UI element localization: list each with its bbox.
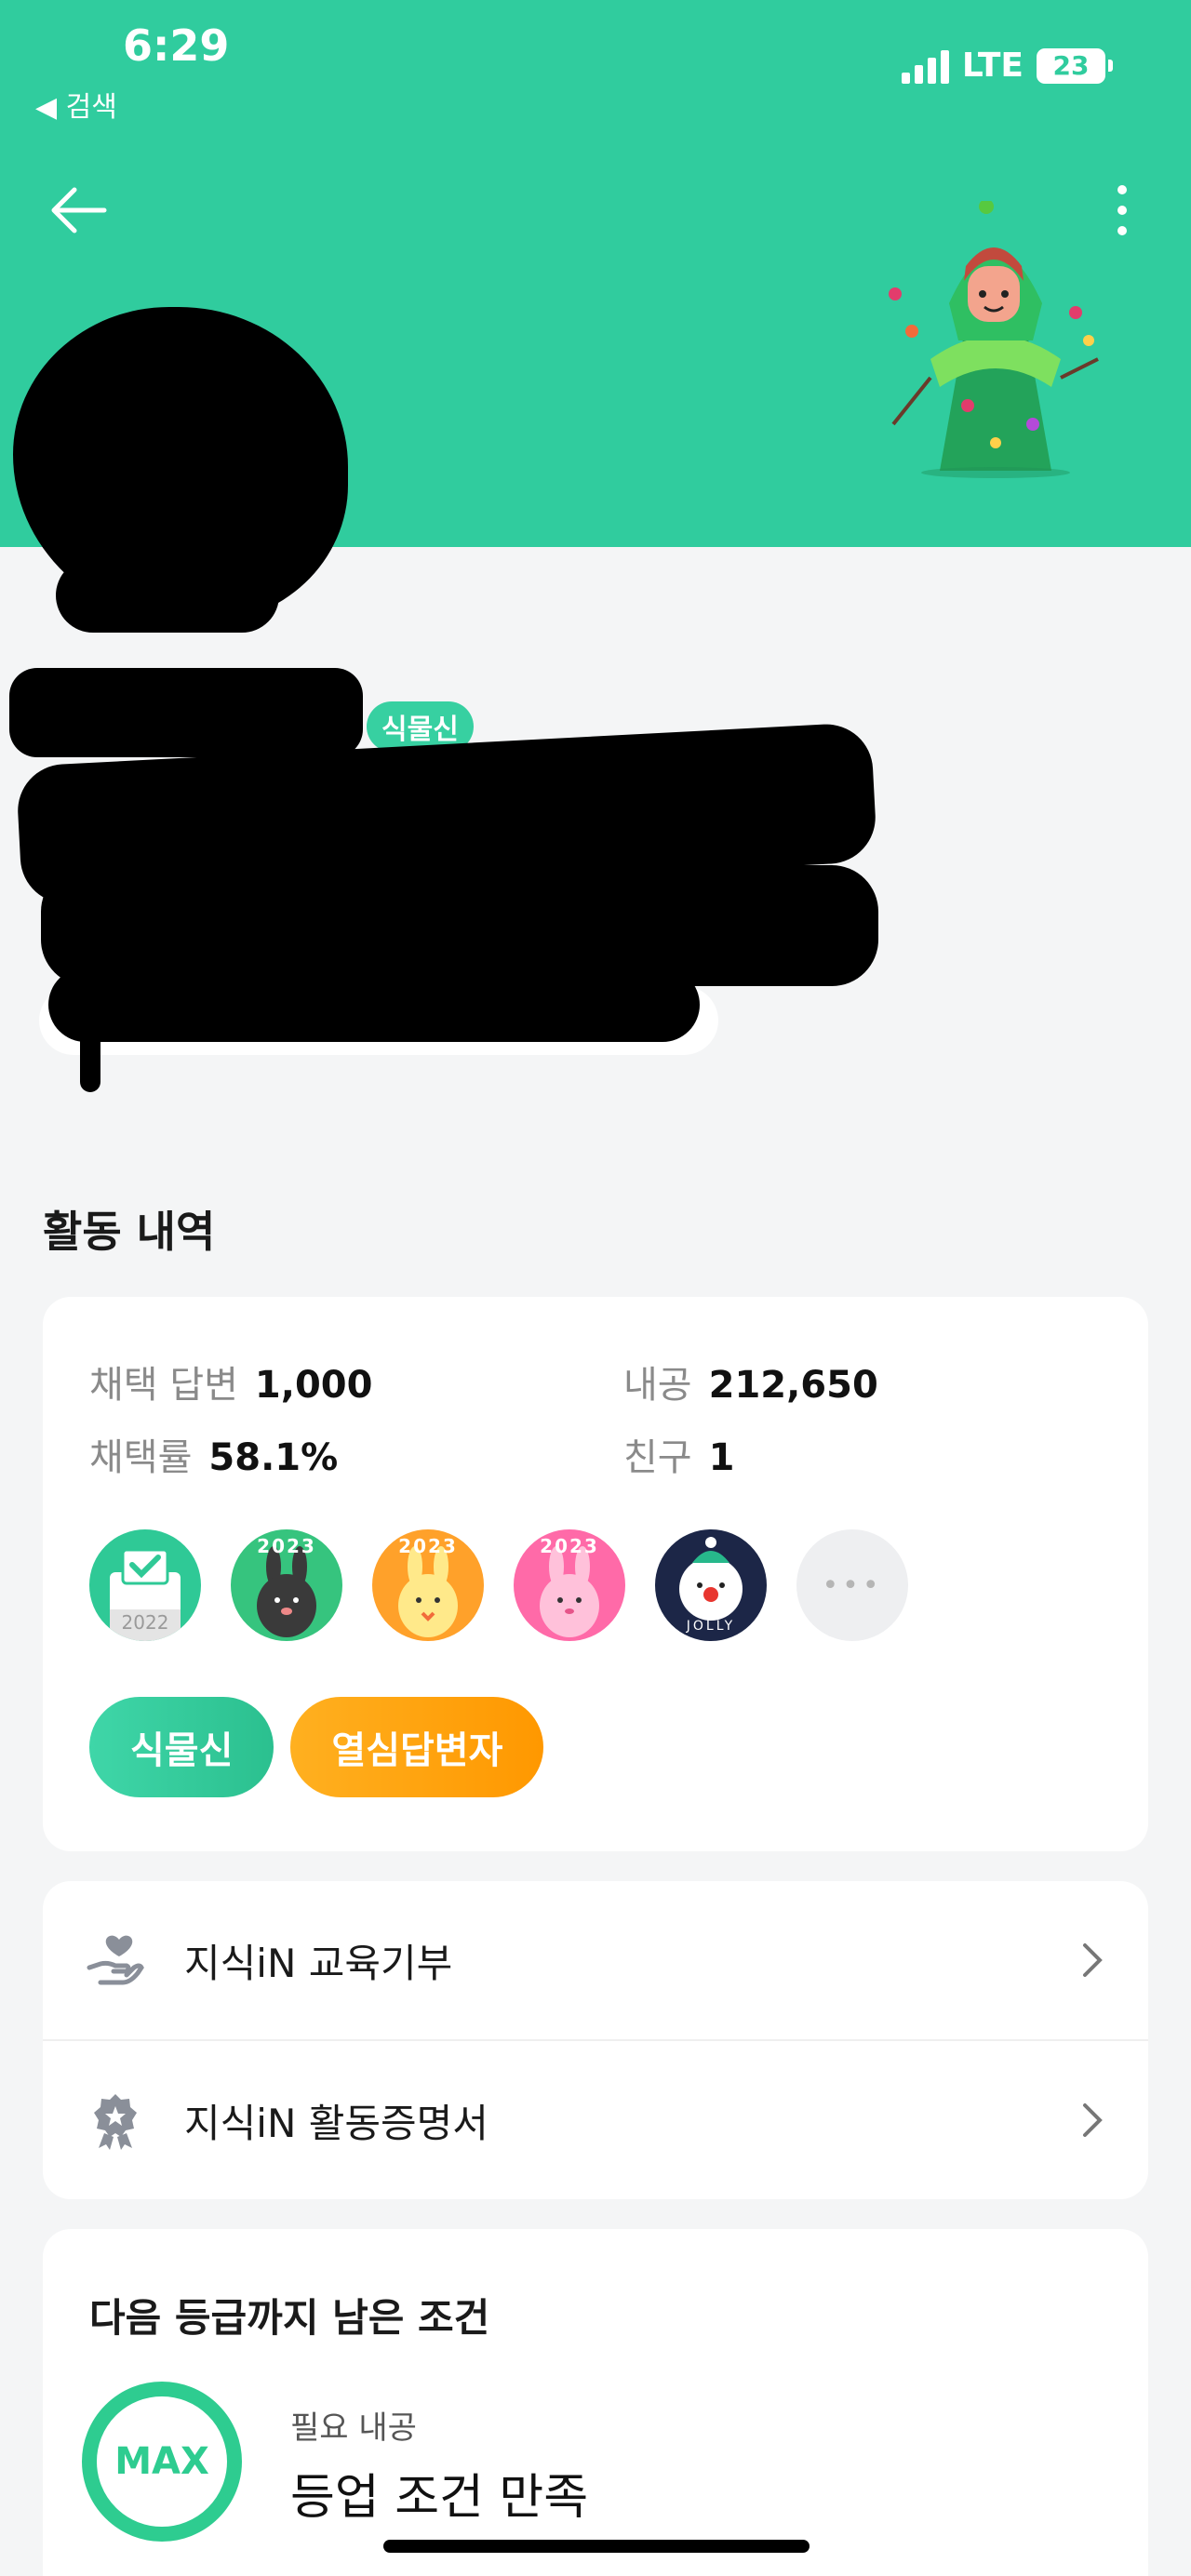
status-time: 6:29 (123, 20, 230, 71)
battery-level: 23 (1037, 47, 1105, 84)
stat-naegong: 내공 212,650 (623, 1364, 878, 1407)
snowman-icon[interactable]: JOLLY (655, 1529, 767, 1641)
redacted-avatar-overlap (56, 558, 279, 633)
menu-item-label: 지식iN 교육기부 (184, 1940, 453, 1986)
back-to-app-link[interactable]: ◀ 검색 (35, 84, 117, 125)
activity-section-title: 활동 내역 (43, 1207, 216, 1257)
level-chips: 식물신 열심답변자 (89, 1697, 544, 1797)
next-level-title: 다음 등급까지 남은 조건 (89, 2295, 490, 2341)
award-ribbon-icon (94, 2094, 137, 2150)
signal-icon (901, 48, 949, 84)
menu-card: 지식iN 교육기부 지식iN 활동증명서 (43, 1881, 1148, 2199)
status-indicators: LTE 23 (901, 47, 1113, 85)
black-rabbit-icon[interactable]: 2023 (231, 1529, 342, 1641)
chevron-right-icon (1083, 2103, 1103, 2137)
ballot-box-icon[interactable]: 2022 (89, 1529, 201, 1641)
activity-card: 채택 답변 1,000 내공 212,650 채택률 58.1% 친구 1 2022 (43, 1297, 1148, 1851)
yellow-rabbit-icon[interactable]: 2023 (372, 1529, 484, 1641)
back-arrow-icon[interactable] (47, 182, 112, 238)
menu-item-education-donation[interactable]: 지식iN 교육기부 (43, 1881, 1148, 2039)
battery-icon: 23 (1037, 47, 1113, 84)
redacted-profile-info (80, 1014, 100, 1092)
more-badges-button[interactable]: ••• (796, 1529, 908, 1641)
hand-heart-icon (87, 1935, 144, 1985)
pink-rabbit-icon[interactable]: 2023 (514, 1529, 625, 1641)
network-label: LTE (961, 47, 1024, 85)
badge-list: 2022 2023 2023 2023 JOLLY ••• (89, 1529, 908, 1641)
level-chip-diligent-answerer[interactable]: 열심답변자 (290, 1697, 544, 1797)
level-chip-plant-god[interactable]: 식물신 (89, 1697, 274, 1797)
requirement-label: 필요 내공 (290, 2409, 417, 2447)
stat-friends[interactable]: 친구 1 (623, 1427, 734, 1481)
stat-selected-answers: 채택 답변 1,000 (89, 1364, 373, 1407)
next-level-card: 다음 등급까지 남은 조건 MAX 필요 내공 등업 조건 만족 (43, 2229, 1148, 2576)
redacted-nickname (9, 668, 363, 757)
menu-item-label: 지식iN 활동증명서 (184, 2100, 488, 2146)
progress-ring-label: MAX (114, 2440, 209, 2483)
chevron-right-icon (1083, 1943, 1103, 1977)
home-indicator (383, 2540, 810, 2553)
requirement-value: 등업 조건 만족 (290, 2470, 589, 2526)
menu-item-activity-certificate[interactable]: 지식iN 활동증명서 (43, 2041, 1148, 2199)
stat-selection-rate: 채택률 58.1% (89, 1436, 339, 1479)
plant-character-icon (889, 201, 1099, 478)
redacted-profile-info (48, 968, 700, 1042)
more-icon: ••• (822, 1568, 883, 1602)
